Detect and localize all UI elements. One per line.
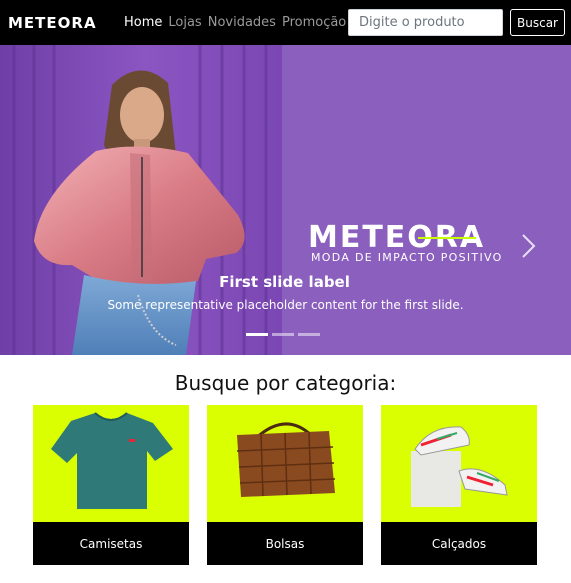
navbar: METEORA Home Lojas Novidades Promoção Bu… (0, 0, 571, 45)
hero-carousel: METEORA MODA DE IMPACTO POSITIVO First s… (0, 45, 571, 355)
category-label-camisetas: Camisetas (33, 522, 189, 565)
brand-logo[interactable]: METEORA (8, 13, 104, 33)
bag-image (236, 422, 336, 497)
carousel-indicator-1[interactable] (246, 333, 268, 336)
nav-link-home[interactable]: Home (124, 15, 162, 30)
carousel-next-icon[interactable] (519, 232, 539, 260)
hero-brand-logo-text: METEORA (308, 220, 485, 250)
carousel-caption-text: Some representative placeholder content … (107, 298, 464, 312)
brand-logo-text: METEORA (8, 14, 97, 32)
nav-link-novidades[interactable]: Novidades (208, 15, 276, 30)
hero-tagline: MODA DE IMPACTO POSITIVO (311, 251, 503, 264)
category-card-calcados[interactable]: Calçados (381, 405, 537, 565)
carousel-indicator-2[interactable] (272, 333, 294, 336)
nav-link-promocao[interactable]: Promoção (282, 15, 346, 30)
sneakers-image (411, 426, 508, 507)
hero-brand-logo: METEORA (308, 220, 485, 250)
category-card-camisetas[interactable]: Camisetas (33, 405, 189, 565)
search-input[interactable] (348, 9, 503, 36)
carousel-indicators (246, 333, 320, 336)
nav-link-lojas[interactable]: Lojas (168, 15, 201, 30)
carousel-caption-title: First slide label (219, 273, 350, 291)
carousel-indicator-3[interactable] (298, 333, 320, 336)
category-card-bolsas[interactable]: Bolsas (207, 405, 363, 565)
nav-links: Home Lojas Novidades Promoção (124, 15, 352, 30)
search-button[interactable]: Buscar (510, 9, 565, 36)
categories-heading: Busque por categoria: (174, 371, 397, 395)
tshirt-image (51, 412, 173, 509)
category-label-bolsas: Bolsas (207, 522, 363, 565)
category-label-calcados: Calçados (381, 522, 537, 565)
